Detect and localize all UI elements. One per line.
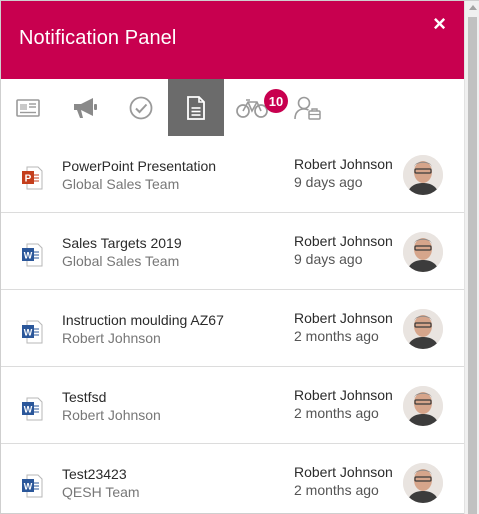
list-item[interactable]: P PowerPoint Presentation Global Sales T… xyxy=(1,136,464,213)
document-name: PowerPoint Presentation xyxy=(62,158,217,174)
word-file-icon: W xyxy=(22,397,43,421)
tab-documents[interactable] xyxy=(168,79,224,136)
document-list: P PowerPoint Presentation Global Sales T… xyxy=(1,136,464,514)
timestamp: 2 months ago xyxy=(294,405,379,421)
document-name: Test23423 xyxy=(62,466,127,482)
svg-text:W: W xyxy=(24,405,33,415)
author-name: Robert Johnson xyxy=(294,387,393,403)
megaphone-icon xyxy=(74,97,97,118)
document-group: Global Sales Team xyxy=(62,253,180,269)
document-name: Testfsd xyxy=(62,389,107,405)
notification-panel: Notification Panel × 10 P PowerPoint Pre… xyxy=(0,0,479,514)
tab-tasks[interactable] xyxy=(113,79,169,136)
word-file-icon: W xyxy=(22,474,43,498)
list-item[interactable]: W Instruction moulding AZ67 Robert Johns… xyxy=(1,290,464,367)
word-file-icon: W xyxy=(22,320,43,344)
author-name: Robert Johnson xyxy=(294,464,393,480)
timestamp: 2 months ago xyxy=(294,328,379,344)
author-name: Robert Johnson xyxy=(294,233,393,249)
check-circle-icon xyxy=(129,96,153,119)
tab-news[interactable] xyxy=(1,79,57,136)
document-group: Global Sales Team xyxy=(62,176,180,192)
timestamp: 9 days ago xyxy=(294,251,363,267)
svg-text:W: W xyxy=(24,251,33,261)
panel-title: Notification Panel xyxy=(19,27,177,49)
document-group: Robert Johnson xyxy=(62,407,161,423)
svg-text:P: P xyxy=(25,174,32,185)
close-button[interactable]: × xyxy=(433,11,446,37)
list-item[interactable]: W Test23423 QESH Team Robert Johnson 2 m… xyxy=(1,444,464,514)
user-briefcase-icon xyxy=(294,96,321,120)
newspaper-icon xyxy=(16,98,40,117)
document-group: Robert Johnson xyxy=(62,330,161,346)
avatar xyxy=(403,463,443,503)
avatar xyxy=(403,155,443,195)
document-group: QESH Team xyxy=(62,484,140,500)
list-item[interactable]: W Testfsd Robert Johnson Robert Johnson … xyxy=(1,367,464,444)
author-name: Robert Johnson xyxy=(294,310,393,326)
list-item[interactable]: W Sales Targets 2019 Global Sales Team R… xyxy=(1,213,464,290)
document-icon xyxy=(187,95,205,120)
panel-header: Notification Panel × xyxy=(1,1,464,79)
timestamp: 2 months ago xyxy=(294,482,379,498)
author-name: Robert Johnson xyxy=(294,156,393,172)
scrollbar-thumb[interactable] xyxy=(468,17,477,514)
tab-announcements[interactable] xyxy=(57,79,113,136)
timestamp: 9 days ago xyxy=(294,174,363,190)
tab-people[interactable] xyxy=(280,79,336,136)
vertical-scrollbar[interactable] xyxy=(464,1,479,514)
document-name: Instruction moulding AZ67 xyxy=(62,312,224,328)
word-file-icon: W xyxy=(22,243,43,267)
powerpoint-file-icon: P xyxy=(22,166,43,190)
tab-bar: 10 xyxy=(1,79,464,136)
avatar xyxy=(403,232,443,272)
svg-text:W: W xyxy=(24,328,33,338)
scroll-up-arrow-icon[interactable] xyxy=(469,5,477,10)
avatar xyxy=(403,386,443,426)
avatar xyxy=(403,309,443,349)
svg-text:W: W xyxy=(24,482,33,492)
document-name: Sales Targets 2019 xyxy=(62,235,182,251)
